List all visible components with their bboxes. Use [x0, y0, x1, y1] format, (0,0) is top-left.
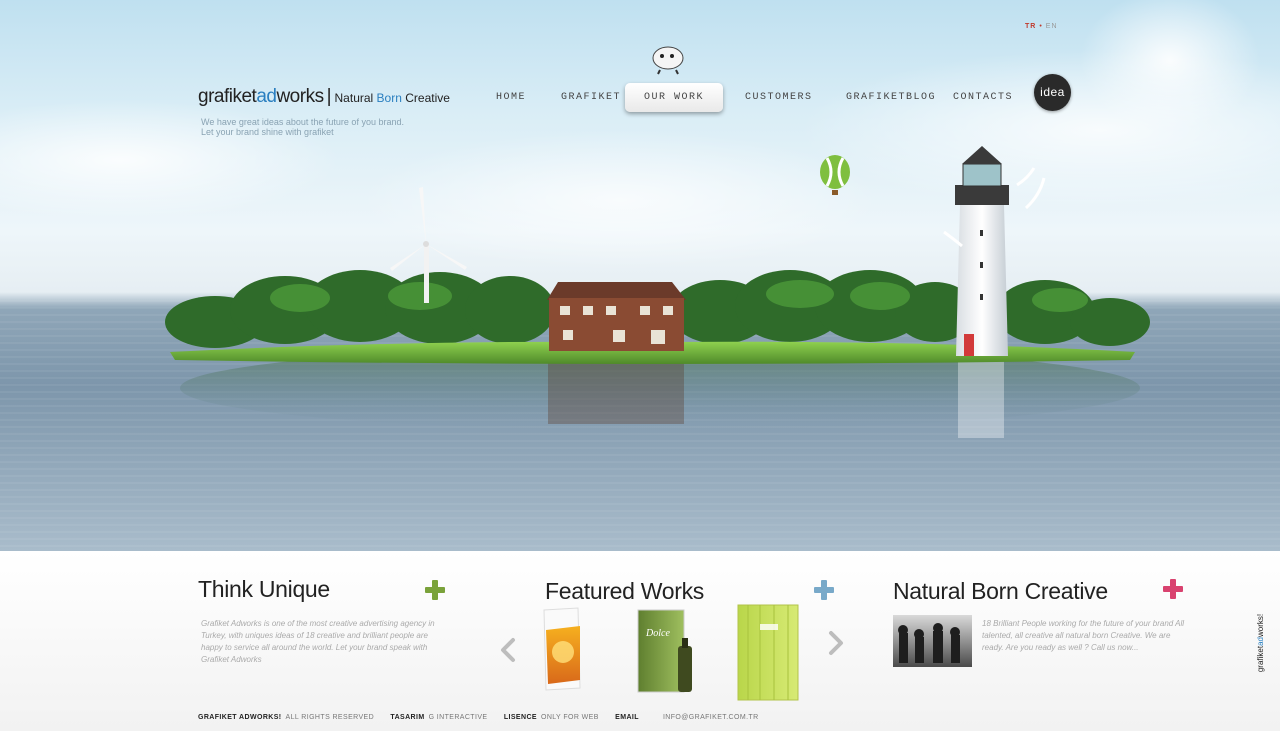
think-unique-text: Grafiket Adworks is one of the most crea… — [201, 619, 435, 664]
idea-button[interactable]: idea — [1034, 74, 1071, 111]
footer-design-label: TASARIM — [390, 714, 425, 721]
logo-slogan-a: Natural — [334, 91, 374, 105]
footer-design-value[interactable]: G INTERACTIVE — [429, 714, 488, 721]
lang-en-link[interactable]: EN — [1046, 23, 1058, 30]
tagline-line-1: We have great ideas about the future of … — [201, 117, 404, 127]
logo-slogan: Natural Born Creative — [335, 91, 450, 105]
vertical-brand-wrapper: grafiketadworks! — [1255, 606, 1267, 680]
vertical-brand-b: ad — [1256, 637, 1265, 646]
nav-contacts[interactable]: CONTACTS — [953, 92, 1013, 103]
dolce-label: Dolce — [645, 628, 670, 639]
logo-bar: | — [326, 86, 332, 107]
footer-license-value: ONLY FOR WEB — [540, 714, 599, 721]
nav-grafiketblog[interactable]: GRAFIKETBLOG — [846, 92, 936, 103]
footer: GRAFIKET ADWORKS! ALL RIGHTS RESERVED TAS… — [198, 714, 763, 724]
work-thumb-oil-can — [543, 607, 581, 691]
nav-our-work[interactable]: OUR WORK — [625, 83, 723, 112]
work-thumb-notebook — [737, 604, 799, 701]
footer-email-value[interactable]: INFO@GRAFIKET.COM.TR — [663, 714, 759, 721]
lighthouse — [955, 146, 1009, 356]
house — [547, 282, 686, 351]
hero-banner: TR • EN grafiketadworks | Natural Born Creat… — [0, 0, 1280, 551]
tagline-line-2: Let your brand shine with grafiket — [201, 127, 334, 137]
next-arrow-icon[interactable] — [826, 630, 846, 656]
logo-brand-c: works — [276, 86, 324, 107]
sheep-mascot — [652, 46, 684, 75]
natural-born-text: 18 Brilliant People working for the futu… — [982, 619, 1185, 652]
site-logo[interactable]: grafiketadworks | Natural Born Creative — [198, 86, 450, 108]
lang-tr-link[interactable]: TR — [1025, 23, 1036, 30]
think-unique-title: Think Unique — [198, 576, 330, 602]
tagline: We have great ideas about the future of … — [201, 117, 404, 137]
prev-arrow-icon[interactable] — [498, 637, 518, 663]
house-reflection — [548, 358, 684, 424]
footer-brand: GRAFIKET ADWORKS! — [198, 714, 282, 721]
logo-slogan-c: Creative — [405, 91, 450, 105]
vertical-brand-a: grafiket — [1256, 645, 1265, 673]
work-thumb-dolce-box: Dolce — [637, 609, 692, 693]
lighthouse-reflection — [958, 358, 1004, 438]
featured-works-thumbnails[interactable]: Dolce — [530, 600, 800, 705]
logo-brand-b: ad — [256, 86, 277, 107]
language-switcher: TR • EN — [1025, 23, 1058, 30]
logo-brand: grafiketadworks — [198, 86, 324, 107]
hot-air-balloon — [820, 155, 850, 195]
footer-license-label: LISENCE — [503, 714, 537, 721]
lang-separator: • — [1039, 23, 1043, 30]
nav-customers[interactable]: CUSTOMERS — [745, 92, 813, 103]
nav-grafiket[interactable]: GRAFIKET — [561, 92, 621, 103]
think-unique-plus-icon[interactable] — [425, 580, 445, 600]
vertical-brand: grafiketadworks! — [1255, 606, 1267, 680]
natural-born-title: Natural Born Creative — [893, 578, 1108, 604]
team-photo-figures — [898, 623, 960, 663]
team-photo[interactable] — [893, 615, 972, 667]
featured-works-plus-icon[interactable] — [814, 580, 834, 600]
footer-rights: ALL RIGHTS RESERVED — [285, 714, 375, 721]
footer-email-label: EMAIL — [615, 714, 639, 721]
natural-born-plus-icon[interactable] — [1163, 579, 1183, 599]
logo-slogan-b: Born — [376, 91, 402, 105]
logo-brand-a: grafiket — [198, 86, 257, 107]
nav-home[interactable]: HOME — [496, 92, 526, 103]
vertical-brand-c: works! — [1256, 613, 1265, 637]
